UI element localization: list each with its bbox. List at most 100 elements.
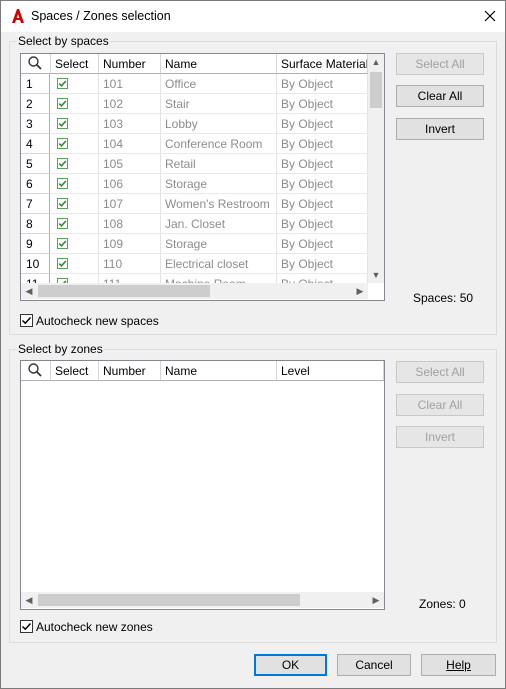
row-select-checkbox[interactable] bbox=[57, 198, 68, 209]
table-row[interactable]: 5 105 Retail By Object bbox=[21, 154, 368, 174]
col-header-level[interactable]: Level bbox=[277, 361, 384, 381]
spaces-grid[interactable]: Select Number Name Surface Material 1 101… bbox=[20, 53, 385, 301]
select-cell bbox=[51, 174, 99, 194]
row-number[interactable]: 1 bbox=[21, 74, 50, 94]
scroll-thumb[interactable] bbox=[38, 594, 300, 606]
row-select-checkbox[interactable] bbox=[57, 218, 68, 229]
col-header-name[interactable]: Name bbox=[161, 54, 277, 74]
row-number[interactable]: 6 bbox=[21, 174, 50, 194]
scroll-thumb[interactable] bbox=[370, 72, 382, 108]
grid-search-header[interactable] bbox=[21, 361, 51, 381]
row-select-checkbox[interactable] bbox=[57, 98, 68, 109]
table-row[interactable]: 1 101 Office By Object bbox=[21, 74, 368, 94]
select-cell bbox=[51, 94, 99, 114]
scroll-down-arrow[interactable]: ▼ bbox=[368, 267, 384, 283]
col-header-select[interactable]: Select bbox=[51, 54, 99, 74]
row-select-checkbox[interactable] bbox=[57, 178, 68, 189]
row-select-checkbox[interactable] bbox=[57, 158, 68, 169]
spaces-vertical-scrollbar[interactable]: ▲ ▼ bbox=[368, 54, 384, 283]
checkmark-icon bbox=[21, 316, 32, 325]
row-select-checkbox[interactable] bbox=[57, 238, 68, 249]
checkmark-icon bbox=[58, 80, 67, 87]
table-row[interactable]: 7 107 Women's Restroom By Object bbox=[21, 194, 368, 214]
surface-material-cell: By Object bbox=[277, 174, 368, 194]
row-number[interactable]: 5 bbox=[21, 154, 50, 174]
number-cell: 107 bbox=[99, 194, 161, 214]
name-cell: Jan. Closet bbox=[161, 214, 277, 234]
checkmark-icon bbox=[58, 120, 67, 127]
number-cell: 104 bbox=[99, 134, 161, 154]
spaces-group-label: Select by spaces bbox=[17, 34, 110, 48]
help-button[interactable]: Help bbox=[421, 654, 496, 676]
checkmark-icon bbox=[58, 180, 67, 187]
row-select-checkbox[interactable] bbox=[57, 258, 68, 269]
surface-material-cell: By Object bbox=[277, 194, 368, 214]
select-cell bbox=[51, 74, 99, 94]
name-cell: Conference Room bbox=[161, 134, 277, 154]
autodesk-a-icon bbox=[12, 9, 24, 23]
row-select-checkbox[interactable] bbox=[57, 78, 68, 89]
spaces-invert-button[interactable]: Invert bbox=[396, 118, 484, 140]
surface-material-cell: By Object bbox=[277, 94, 368, 114]
row-number[interactable]: 4 bbox=[21, 134, 50, 154]
zones-invert-button[interactable]: Invert bbox=[396, 426, 484, 448]
scroll-thumb[interactable] bbox=[38, 285, 210, 297]
close-button[interactable] bbox=[477, 3, 503, 29]
table-row[interactable]: 3 103 Lobby By Object bbox=[21, 114, 368, 134]
table-row[interactable]: 10 110 Electrical closet By Object bbox=[21, 254, 368, 274]
table-row[interactable]: 9 109 Storage By Object bbox=[21, 234, 368, 254]
spaces-horizontal-scrollbar[interactable]: ◀ ▶ bbox=[21, 283, 368, 299]
cancel-button[interactable]: Cancel bbox=[337, 654, 411, 676]
name-cell: Storage bbox=[161, 234, 277, 254]
col-header-name[interactable]: Name bbox=[161, 361, 277, 381]
row-number[interactable]: 3 bbox=[21, 114, 50, 134]
row-number[interactable]: 10 bbox=[21, 254, 50, 274]
row-number[interactable]: 7 bbox=[21, 194, 50, 214]
row-number[interactable]: 8 bbox=[21, 214, 50, 234]
select-cell bbox=[51, 154, 99, 174]
select-cell bbox=[51, 114, 99, 134]
autocheck-zones-label[interactable]: Autocheck new zones bbox=[36, 620, 153, 634]
row-select-checkbox[interactable] bbox=[57, 138, 68, 149]
surface-material-cell: By Object bbox=[277, 214, 368, 234]
autocheck-zones-checkbox[interactable] bbox=[20, 620, 33, 633]
row-select-checkbox[interactable] bbox=[57, 118, 68, 129]
name-cell: Women's Restroom bbox=[161, 194, 277, 214]
zones-group-label: Select by zones bbox=[17, 342, 104, 356]
scroll-right-arrow[interactable]: ▶ bbox=[352, 283, 368, 299]
table-row[interactable]: 2 102 Stair By Object bbox=[21, 94, 368, 114]
autocheck-spaces-label[interactable]: Autocheck new spaces bbox=[36, 314, 159, 328]
zones-count: Zones: 0 bbox=[419, 597, 466, 611]
table-row[interactable]: 6 106 Storage By Object bbox=[21, 174, 368, 194]
ok-button[interactable]: OK bbox=[254, 654, 327, 676]
zones-grid[interactable]: Select Number Name Level ◀ ▶ bbox=[20, 360, 385, 610]
checkmark-icon bbox=[58, 260, 67, 267]
name-cell: Storage bbox=[161, 174, 277, 194]
grid-search-header[interactable] bbox=[21, 54, 51, 74]
spaces-clear-all-button[interactable]: Clear All bbox=[396, 85, 484, 107]
search-icon bbox=[28, 56, 42, 70]
autocheck-spaces-checkbox[interactable] bbox=[20, 314, 33, 327]
col-header-number[interactable]: Number bbox=[99, 54, 161, 74]
scroll-right-arrow[interactable]: ▶ bbox=[368, 592, 384, 608]
name-cell: Office bbox=[161, 74, 277, 94]
col-header-select[interactable]: Select bbox=[51, 361, 99, 381]
scroll-up-arrow[interactable]: ▲ bbox=[368, 54, 384, 70]
scroll-left-arrow[interactable]: ◀ bbox=[21, 283, 37, 299]
surface-material-cell: By Object bbox=[277, 154, 368, 174]
zones-clear-all-button[interactable]: Clear All bbox=[396, 394, 484, 416]
row-number[interactable]: 2 bbox=[21, 94, 50, 114]
col-header-surface-material[interactable]: Surface Material bbox=[277, 54, 368, 74]
surface-material-cell: By Object bbox=[277, 234, 368, 254]
scroll-left-arrow[interactable]: ◀ bbox=[21, 592, 37, 608]
table-row[interactable]: 4 104 Conference Room By Object bbox=[21, 134, 368, 154]
surface-material-cell: By Object bbox=[277, 254, 368, 274]
window-title: Spaces / Zones selection bbox=[31, 9, 171, 23]
zones-horizontal-scrollbar[interactable]: ◀ ▶ bbox=[21, 592, 384, 608]
table-row[interactable]: 8 108 Jan. Closet By Object bbox=[21, 214, 368, 234]
spaces-select-all-button[interactable]: Select All bbox=[396, 53, 484, 75]
select-cell bbox=[51, 234, 99, 254]
col-header-number[interactable]: Number bbox=[99, 361, 161, 381]
row-number[interactable]: 9 bbox=[21, 234, 50, 254]
zones-select-all-button[interactable]: Select All bbox=[396, 361, 484, 383]
